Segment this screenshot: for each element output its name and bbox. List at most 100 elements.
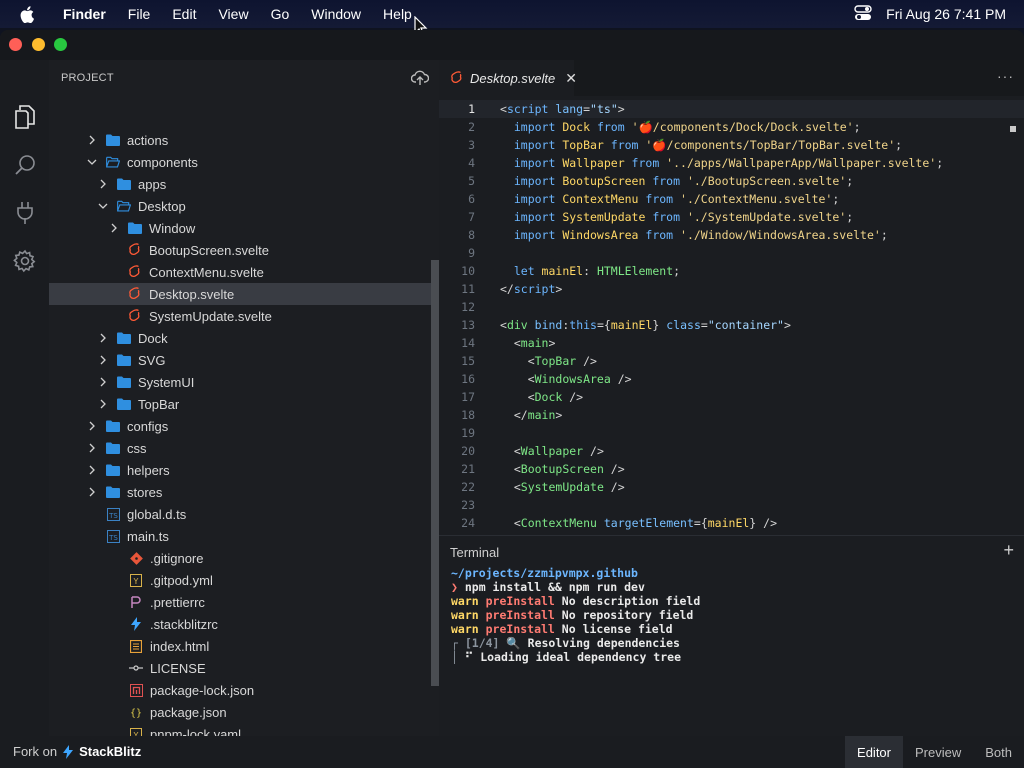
file-tree-item[interactable]: configs	[49, 415, 431, 437]
file-tree-item[interactable]: Desktop	[49, 195, 431, 217]
add-terminal-icon[interactable]: +	[1003, 540, 1014, 561]
code-token: ContextMenu	[520, 516, 597, 530]
sidebar-scrollbar[interactable]	[431, 260, 439, 686]
file-tree-item-label: LICENSE	[150, 660, 206, 676]
menu-help[interactable]: Help	[383, 6, 412, 22]
file-tree-item[interactable]: stores	[49, 481, 431, 503]
file-tree-item[interactable]: SVG	[49, 349, 431, 371]
file-tree-item[interactable]: SystemUpdate.svelte	[49, 305, 431, 327]
scroll-position-marker[interactable]	[1010, 126, 1016, 132]
file-tree-item[interactable]: LICENSE	[49, 657, 431, 679]
code-line[interactable]: 23	[439, 496, 1024, 514]
chevron-right-icon[interactable]	[86, 486, 98, 498]
code-line[interactable]: 19	[439, 424, 1024, 442]
plug-icon[interactable]	[12, 200, 38, 226]
file-tree-item[interactable]: package-lock.json	[49, 679, 431, 701]
svelte-file-icon	[128, 243, 142, 257]
file-tree-item[interactable]: Window	[49, 217, 431, 239]
close-tab-icon[interactable]: ✕	[565, 70, 577, 87]
file-tree-item[interactable]: Dock	[49, 327, 431, 349]
file-tree-item[interactable]: components	[49, 151, 431, 173]
control-center-icon[interactable]	[854, 4, 872, 24]
file-tree-item[interactable]: .gitignore	[49, 547, 431, 569]
line-number: 14	[461, 336, 475, 350]
upload-cloud-icon[interactable]	[410, 70, 430, 91]
file-tree-item[interactable]: index.html	[49, 635, 431, 657]
code-line[interactable]: 14 < main >	[439, 334, 1024, 352]
code-area[interactable]: 1 < script lang = "ts" >2 import Dock from '🍎…	[439, 100, 1024, 532]
file-tree-item[interactable]: Desktop.svelte	[49, 283, 431, 305]
code-line[interactable]: 4 import Wallpaper from '../apps/Wallpap…	[439, 154, 1024, 172]
view-both-button[interactable]: Both	[973, 736, 1024, 768]
menu-view[interactable]: View	[218, 6, 248, 22]
code-token: </	[500, 408, 528, 422]
files-icon[interactable]	[12, 104, 38, 130]
menu-edit[interactable]: Edit	[172, 6, 196, 22]
file-tree-item[interactable]: actions	[49, 129, 431, 151]
file-tree-item[interactable]: Ypnpm-lock.yaml	[49, 723, 431, 736]
file-tree-item[interactable]: TS global.d.ts	[49, 503, 431, 525]
code-line[interactable]: 24 < ContextMenu targetElement ={mainEl} /…	[439, 514, 1024, 532]
file-tree-item[interactable]: css	[49, 437, 431, 459]
code-line[interactable]: 12	[439, 298, 1024, 316]
code-line[interactable]: 17 < Dock />	[439, 388, 1024, 406]
chevron-right-icon[interactable]	[86, 464, 98, 476]
code-line[interactable]: 9	[439, 244, 1024, 262]
file-tree-item[interactable]: apps	[49, 173, 431, 195]
code-line[interactable]: 6 import ContextMenu from './ContextMenu…	[439, 190, 1024, 208]
chevron-down-icon[interactable]	[97, 200, 109, 212]
file-tree-item[interactable]: BootupScreen.svelte	[49, 239, 431, 261]
file-tree-item[interactable]: Y .gitpod.yml	[49, 569, 431, 591]
chevron-down-icon[interactable]	[86, 156, 98, 168]
code-line[interactable]: 18 </main >	[439, 406, 1024, 424]
terminal-output[interactable]: ~/projects/zzmipvmpx.github ❯ npm install…	[451, 566, 700, 664]
menu-go[interactable]: Go	[271, 6, 290, 22]
file-tree-item[interactable]: TS main.ts	[49, 525, 431, 547]
chevron-right-icon[interactable]	[86, 442, 98, 454]
code-line[interactable]: 7 import SystemUpdate from './SystemUpda…	[439, 208, 1024, 226]
code-line[interactable]: 15 < TopBar />	[439, 352, 1024, 370]
code-line[interactable]: 11 </script >	[439, 280, 1024, 298]
code-line[interactable]: 10 let mainEl: HTMLElement;	[439, 262, 1024, 280]
chevron-right-icon[interactable]	[97, 332, 109, 344]
close-window-button[interactable]	[9, 38, 22, 51]
chevron-right-icon[interactable]	[97, 354, 109, 366]
chevron-right-icon[interactable]	[97, 398, 109, 410]
view-editor-button[interactable]: Editor	[845, 736, 903, 768]
chevron-right-icon[interactable]	[97, 376, 109, 388]
chevron-right-icon[interactable]	[86, 420, 98, 432]
tab-desktop-svelte[interactable]: Desktop.svelte ✕	[439, 60, 577, 96]
chevron-right-icon[interactable]	[108, 222, 120, 234]
gear-icon[interactable]	[12, 248, 38, 274]
zoom-window-button[interactable]	[54, 38, 67, 51]
apple-logo-icon[interactable]	[20, 0, 38, 28]
code-line[interactable]: 8 import WindowsArea from './Window/Wind…	[439, 226, 1024, 244]
file-tree-item[interactable]: SystemUI	[49, 371, 431, 393]
menu-app-finder[interactable]: Finder	[63, 6, 106, 22]
code-line[interactable]: 16 < WindowsArea />	[439, 370, 1024, 388]
code-line[interactable]: 13 < div bind: this ={mainEl} class = "contain…	[439, 316, 1024, 334]
fork-on-stackblitz-link[interactable]: Fork on StackBlitz	[13, 744, 141, 759]
menu-window[interactable]: Window	[311, 6, 361, 22]
code-line[interactable]: 5 import BootupScreen from './BootupScre…	[439, 172, 1024, 190]
file-tree-item[interactable]: helpers	[49, 459, 431, 481]
file-tree-item[interactable]: .stackblitzrc	[49, 613, 431, 635]
minimize-window-button[interactable]	[32, 38, 45, 51]
chevron-right-icon[interactable]	[86, 134, 98, 146]
file-tree-item[interactable]: TopBar	[49, 393, 431, 415]
code-line[interactable]: 2 import Dock from '🍎/components/Dock/Do…	[439, 118, 1024, 136]
more-actions-icon[interactable]: ···	[997, 68, 1014, 84]
view-preview-button[interactable]: Preview	[903, 736, 973, 768]
code-line[interactable]: 1 < script lang = "ts" >	[439, 100, 1024, 118]
menubar-clock[interactable]: Fri Aug 26 7:41 PM	[886, 6, 1006, 22]
code-line[interactable]: 20 < Wallpaper />	[439, 442, 1024, 460]
file-tree-item[interactable]: .prettierrc	[49, 591, 431, 613]
file-tree-item[interactable]: ContextMenu.svelte	[49, 261, 431, 283]
code-line[interactable]: 3 import TopBar from '🍎/components/TopBa…	[439, 136, 1024, 154]
search-icon[interactable]	[12, 152, 38, 178]
code-line[interactable]: 21 < BootupScreen />	[439, 460, 1024, 478]
file-tree-item[interactable]: {} package.json	[49, 701, 431, 723]
code-line[interactable]: 22 < SystemUpdate />	[439, 478, 1024, 496]
chevron-right-icon[interactable]	[97, 178, 109, 190]
menu-file[interactable]: File	[128, 6, 151, 22]
